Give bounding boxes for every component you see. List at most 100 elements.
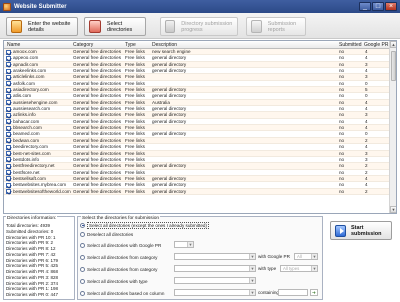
cell-google-pr: 4 (365, 125, 368, 131)
row-checkbox[interactable] (6, 189, 11, 195)
close-button[interactable]: × (385, 2, 397, 11)
cell-submitted: no (339, 163, 345, 169)
row-checkbox[interactable] (6, 68, 11, 74)
row-checkbox[interactable] (6, 55, 11, 61)
containing-input[interactable] (278, 289, 308, 296)
row-checkbox[interactable] (6, 157, 11, 163)
radio-icon[interactable] (80, 231, 85, 237)
google-pr-combo[interactable]: ▼ (174, 241, 194, 248)
cell-name: aussiesearch.com (13, 106, 51, 112)
statistics-line: Directories with PR 4: 868 (6, 269, 59, 274)
column-header-description[interactable]: Description (152, 42, 177, 48)
column-header-submitted[interactable]: Submitted (339, 42, 362, 48)
cell-submitted: no (339, 175, 345, 181)
cell-description: general directory (152, 131, 187, 137)
cell-google-pr: 3 (365, 61, 368, 67)
column-header-name[interactable]: Name (7, 42, 20, 48)
row-checkbox[interactable] (6, 74, 11, 80)
row-checkbox[interactable] (6, 170, 11, 176)
apply-filter-icon[interactable]: ➜ (310, 289, 318, 296)
select-directories-button[interactable]: Select directories (84, 17, 146, 36)
cell-submitted: no (339, 182, 345, 188)
directories-table[interactable]: Name Category Type Description Submitted… (3, 40, 397, 214)
cell-category: General free directories (73, 87, 122, 93)
start-submission-button[interactable]: Start submission (330, 221, 392, 240)
google-pr-filter-value: All (297, 254, 302, 259)
radio-icon[interactable] (80, 266, 85, 272)
scroll-up-icon[interactable]: ▲ (390, 41, 396, 48)
vertical-scrollbar[interactable]: ▲ ▼ (389, 41, 396, 213)
row-checkbox[interactable] (6, 176, 11, 182)
option-select-by-category-and-type[interactable]: Select all directories from category (80, 265, 157, 273)
enter-website-details-button[interactable]: Enter the website details (6, 17, 78, 36)
chevron-down-icon[interactable]: ▼ (311, 254, 317, 259)
cell-google-pr: 4 (365, 175, 368, 181)
cell-name: beamed.com (13, 131, 40, 137)
statistics-line: Directories with PR 7: 42 (6, 251, 56, 257)
row-checkbox[interactable] (6, 81, 11, 87)
chevron-down-icon[interactable]: ▼ (311, 266, 317, 271)
cell-name: bestfreedirectory.net (13, 163, 55, 169)
cell-category: General free directories (73, 112, 122, 118)
row-checkbox[interactable] (6, 182, 11, 188)
submission-progress-button[interactable]: Directory submission progress (160, 17, 238, 36)
chevron-down-icon[interactable]: ▼ (249, 278, 255, 283)
radio-icon[interactable] (80, 290, 85, 296)
row-checkbox[interactable] (6, 87, 11, 93)
minimize-button[interactable]: _ (359, 2, 371, 11)
row-checkbox[interactable] (6, 151, 11, 156)
radio-icon[interactable] (80, 278, 85, 284)
row-checkbox[interactable] (6, 49, 11, 55)
cell-name: bestwebsitesoftheworld.com (13, 188, 71, 194)
option-deselect-all[interactable]: Deselect all directories (80, 230, 133, 238)
chevron-down-icon[interactable]: ▼ (187, 242, 193, 247)
cell-submitted: no (339, 125, 345, 131)
cell-name: bbsearch.com (13, 125, 42, 131)
row-checkbox[interactable] (6, 163, 11, 169)
option-label: Select all directories from category (87, 254, 158, 260)
cell-google-pr: 0 (365, 131, 368, 137)
row-checkbox[interactable] (6, 144, 11, 150)
row-checkbox[interactable] (6, 100, 11, 106)
submission-reports-button[interactable]: Submission reports (246, 17, 306, 36)
app-icon (3, 2, 11, 11)
radio-selected-icon[interactable] (80, 222, 85, 228)
select-directories-label: Select directories (106, 20, 133, 33)
option-select-by-category-and-pr[interactable]: Select all directories from category (80, 253, 157, 261)
cell-category: General free directories (73, 175, 122, 181)
chevron-down-icon[interactable]: ▼ (249, 290, 255, 295)
column-header-type[interactable]: Type (125, 42, 136, 48)
category-combo-1[interactable]: ▼ (174, 253, 256, 260)
cell-submitted: no (339, 150, 345, 156)
option-select-by-column[interactable]: Select all directories based on column (80, 289, 164, 297)
scroll-thumb[interactable] (391, 51, 396, 81)
row-checkbox[interactable] (6, 119, 11, 125)
cell-description: general directory (152, 182, 187, 188)
cell-name: bestsellsaft.com (13, 175, 46, 181)
row-checkbox[interactable] (6, 93, 11, 99)
row-checkbox[interactable] (6, 131, 11, 137)
type-combo[interactable]: All types ▼ (280, 265, 318, 272)
row-checkbox[interactable] (6, 125, 11, 131)
column-header-google-pr[interactable]: Google PR (364, 42, 388, 48)
radio-icon[interactable] (80, 254, 85, 260)
option-select-by-google-pr[interactable]: Select all directories with Google PR (80, 241, 161, 249)
type-only-combo[interactable]: ▼ (174, 277, 256, 284)
google-pr-filter-combo[interactable]: All ▼ (294, 253, 318, 260)
column-combo[interactable]: ▼ (174, 289, 256, 296)
option-select-all-except-submitted[interactable]: Select all directories (except the ones … (80, 221, 209, 229)
category-combo-2[interactable]: ▼ (174, 265, 256, 272)
column-header-category[interactable]: Category (73, 42, 93, 48)
chevron-down-icon[interactable]: ▼ (249, 254, 255, 259)
cell-google-pr: 2 (365, 163, 368, 169)
row-checkbox[interactable] (6, 62, 11, 68)
scroll-down-icon[interactable]: ▼ (390, 206, 396, 213)
table-row[interactable]: bestwebsitesoftheworld.com General free d… (4, 188, 390, 195)
row-checkbox[interactable] (6, 138, 11, 144)
row-checkbox[interactable] (6, 112, 11, 118)
option-select-by-type[interactable]: Select all directories with type (80, 277, 148, 285)
maximize-button[interactable]: □ (372, 2, 384, 11)
radio-icon[interactable] (80, 242, 85, 248)
row-checkbox[interactable] (6, 106, 11, 112)
chevron-down-icon[interactable]: ▼ (249, 266, 255, 271)
